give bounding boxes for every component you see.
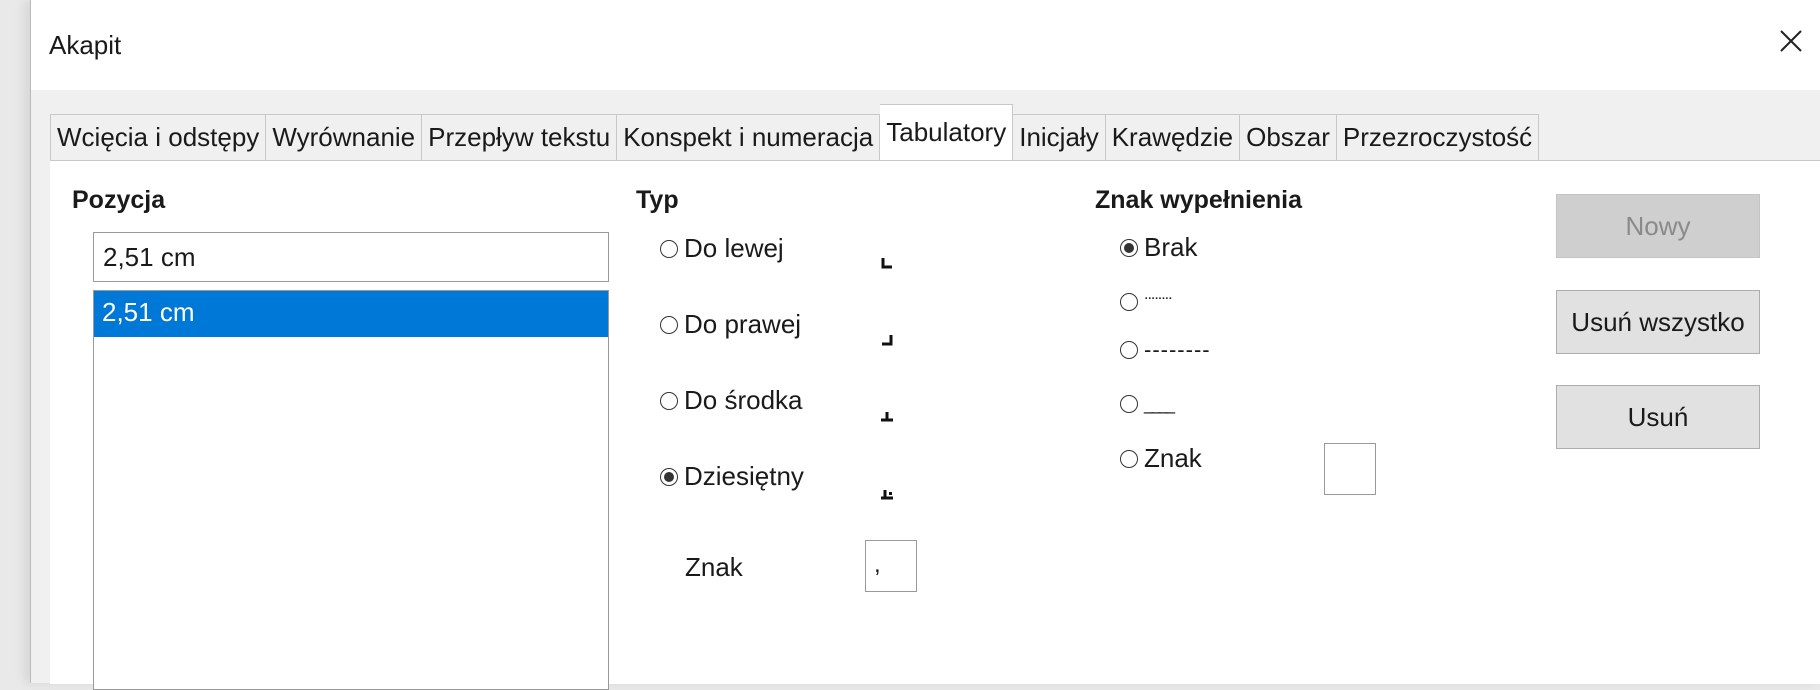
- close-button[interactable]: [1761, 18, 1820, 68]
- decimal-char-input[interactable]: ,: [865, 540, 917, 592]
- tab-decimal-icon: [880, 487, 894, 501]
- fill-char-radio[interactable]: Znak: [1120, 443, 1202, 474]
- fill-char-label: Znak: [1144, 443, 1202, 473]
- radio-indicator: [660, 315, 678, 334]
- type-decimal-radio[interactable]: Dziesiętny: [660, 461, 804, 492]
- radio-indicator: [1120, 293, 1138, 311]
- fill-none-label: Brak: [1144, 232, 1198, 262]
- radio-indicator: [1120, 395, 1138, 413]
- tab-strip: Wcięcia i odstępy Wyrównanie Przepływ te…: [50, 104, 1540, 160]
- type-left-radio[interactable]: Do lewej: [660, 233, 784, 264]
- radio-indicator: [660, 467, 678, 486]
- radio-indicator: [1120, 238, 1138, 257]
- type-right-label: Do prawej: [684, 309, 802, 339]
- fill-dashes-radio[interactable]: --------: [1120, 337, 1211, 363]
- fill-underline-label: ____: [1144, 394, 1175, 414]
- position-list[interactable]: 2,51 cm: [93, 290, 609, 690]
- tab-left-icon: [880, 256, 894, 270]
- tab-right-icon: [880, 333, 894, 347]
- tab-alignment[interactable]: Wyrównanie: [266, 114, 423, 160]
- fill-char-input[interactable]: [1324, 443, 1376, 495]
- radio-indicator: [1120, 449, 1138, 468]
- fill-none-radio[interactable]: Brak: [1120, 232, 1197, 263]
- delete-button[interactable]: Usuń: [1556, 385, 1760, 449]
- tab-borders[interactable]: Krawędzie: [1105, 114, 1241, 160]
- radio-indicator: [660, 239, 678, 258]
- type-decimal-label: Dziesiętny: [684, 461, 804, 491]
- tab-center-icon: [880, 409, 894, 423]
- tab-drop-caps[interactable]: Inicjały: [1013, 114, 1106, 160]
- type-center-label: Do środka: [684, 385, 803, 415]
- fill-underline-radio[interactable]: ____: [1120, 394, 1175, 414]
- position-input[interactable]: [93, 232, 609, 282]
- type-right-radio[interactable]: Do prawej: [660, 309, 801, 340]
- new-button[interactable]: Nowy: [1556, 194, 1760, 258]
- tab-tabs[interactable]: Tabulatory: [880, 104, 1014, 160]
- tab-transparency[interactable]: Przezroczystość: [1336, 114, 1540, 160]
- fill-dashes-label: --------: [1144, 337, 1211, 362]
- delete-all-button[interactable]: Usuń wszystko: [1556, 290, 1760, 354]
- fill-heading: Znak wypełnienia: [1095, 186, 1303, 214]
- tab-area[interactable]: Obszar: [1240, 114, 1337, 160]
- radio-indicator: [1120, 341, 1138, 359]
- position-heading: Pozycja: [72, 186, 166, 214]
- fill-dots-radio[interactable]: ........: [1120, 286, 1190, 314]
- close-icon: [1779, 29, 1803, 58]
- radio-indicator: [660, 391, 678, 410]
- fill-dots-label: ........: [1144, 286, 1173, 303]
- tab-indents-spacing[interactable]: Wcięcia i odstępy: [50, 114, 267, 160]
- tab-text-flow[interactable]: Przepływ tekstu: [422, 114, 618, 160]
- decimal-char-label: Znak: [685, 552, 743, 582]
- title-bar: Akapit: [31, 0, 1820, 90]
- dialog-title: Akapit: [49, 30, 122, 60]
- type-heading: Typ: [636, 186, 679, 214]
- type-center-radio[interactable]: Do środka: [660, 385, 803, 416]
- list-item[interactable]: 2,51 cm: [94, 291, 608, 337]
- tab-outline-numbering[interactable]: Konspekt i numeracja: [617, 114, 881, 160]
- type-left-label: Do lewej: [684, 233, 784, 263]
